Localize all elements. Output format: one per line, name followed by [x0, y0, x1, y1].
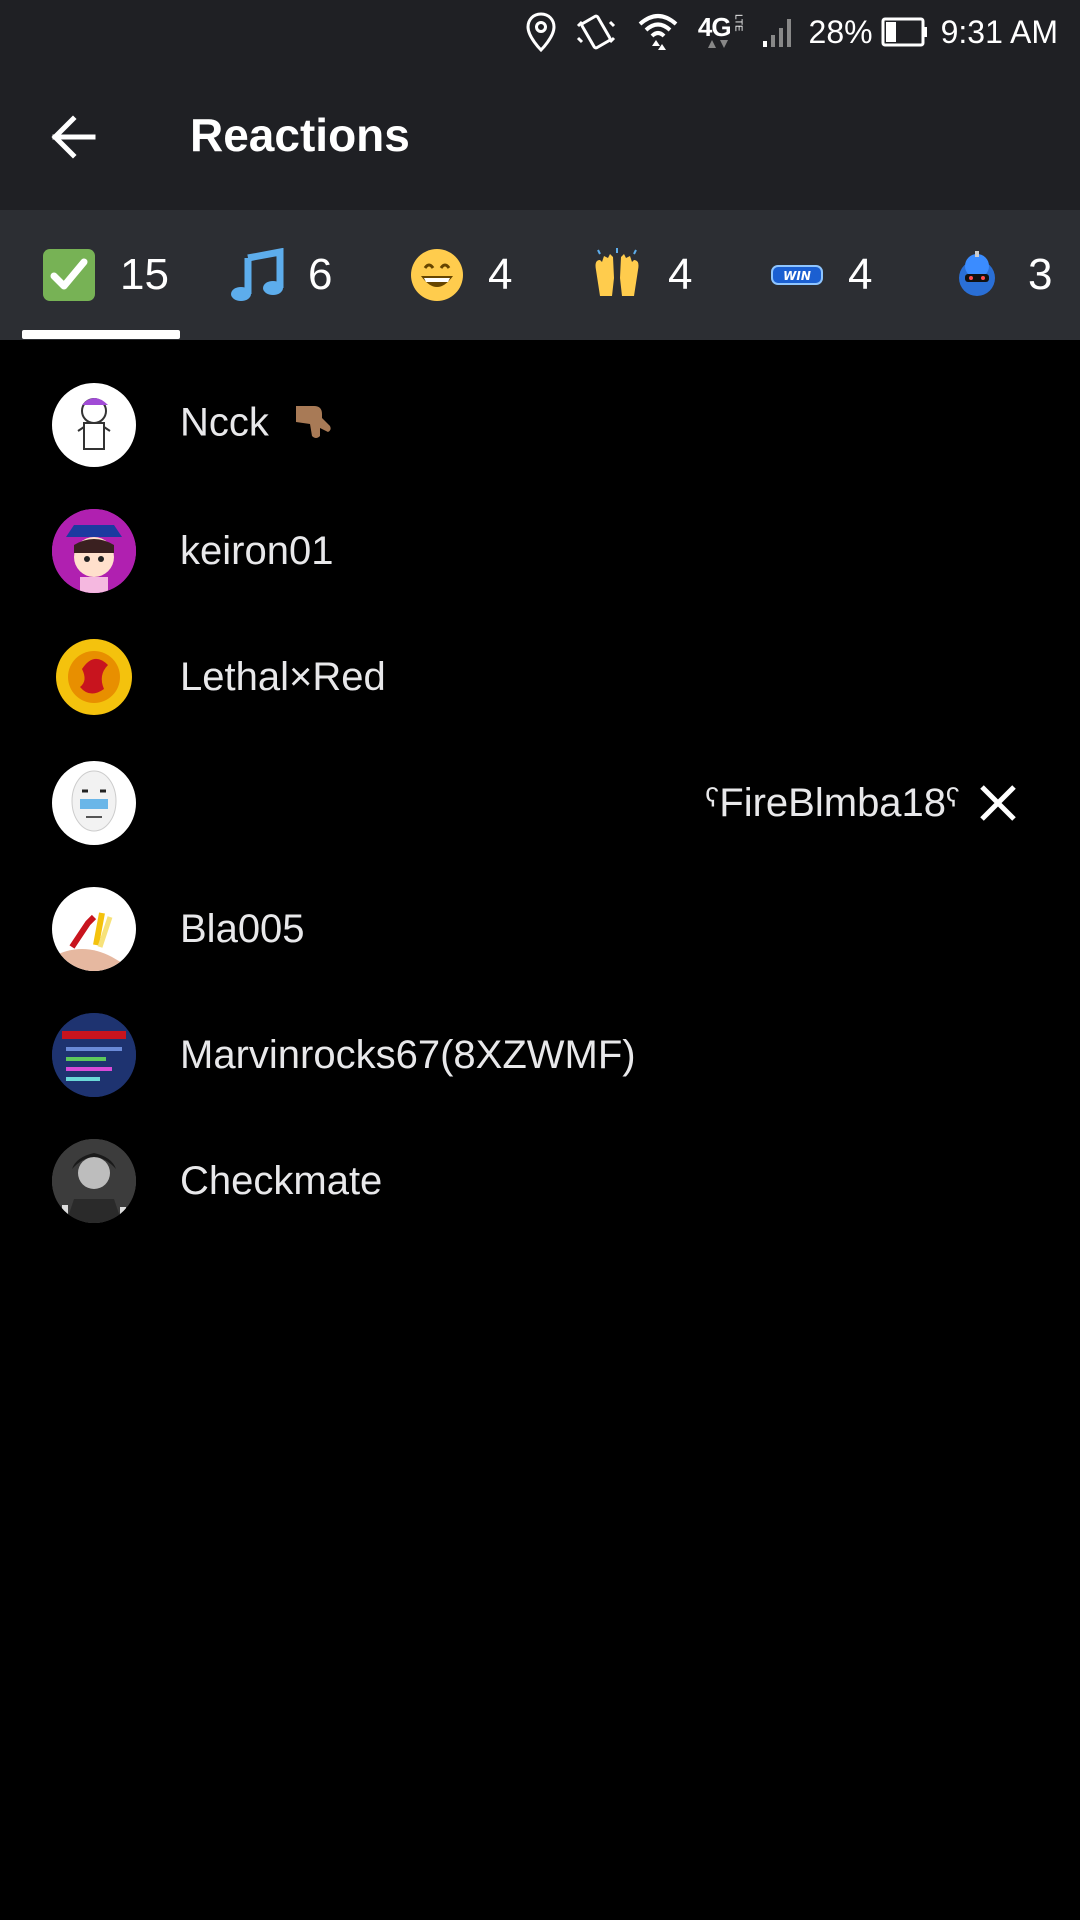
- raising-hands-icon: [590, 248, 644, 302]
- tab-raising-hands[interactable]: 4: [590, 210, 692, 340]
- wifi-icon: [636, 10, 680, 54]
- list-item[interactable]: Checkmate: [0, 1118, 1080, 1244]
- status-bar: 4G LTE 28% 9:31 AM: [0, 0, 1080, 64]
- grinning-face-icon: [410, 248, 464, 302]
- username: Bla005: [180, 906, 305, 951]
- username: ˁFireBlmba18ˁ: [705, 780, 960, 825]
- network-type-label: 4G LTE: [698, 14, 744, 50]
- list-item[interactable]: Bla005: [0, 866, 1080, 992]
- svg-text:WIN: WIN: [783, 269, 811, 283]
- win-badge-icon: WIN: [770, 248, 824, 302]
- clock: 9:31 AM: [940, 13, 1058, 50]
- robot-avatar-icon: [950, 248, 1004, 302]
- battery-percent: 28%: [808, 13, 873, 50]
- page-title: Reactions: [190, 109, 410, 161]
- reaction-tabs: 15 6 4 4 WIN 4 3: [0, 210, 1080, 340]
- username: keiron01: [180, 528, 334, 573]
- tab-count: 4: [848, 250, 873, 299]
- tab-count: 4: [668, 250, 693, 299]
- tab-count: 3: [1028, 250, 1053, 299]
- selected-tab-indicator: [22, 330, 180, 339]
- back-button[interactable]: [46, 110, 100, 164]
- username: Checkmate: [180, 1158, 383, 1203]
- battery-icon: [881, 16, 929, 48]
- tab-grinning-face[interactable]: 4: [410, 210, 512, 340]
- list-item[interactable]: Ncck: [0, 362, 1080, 488]
- list-item[interactable]: Marvinrocks67(8XZWMF): [0, 992, 1080, 1118]
- avatar: [52, 887, 136, 971]
- username: Ncck: [180, 398, 334, 452]
- signal-icon: [761, 15, 797, 49]
- tab-musical-note[interactable]: 6: [230, 210, 332, 340]
- avatar: [52, 761, 136, 845]
- list-item[interactable]: keiron01: [0, 488, 1080, 614]
- tab-win-badge[interactable]: WIN 4: [770, 210, 872, 340]
- tab-check-mark[interactable]: 15: [42, 210, 169, 340]
- musical-note-icon: [230, 248, 284, 302]
- avatar: [52, 383, 136, 467]
- thumbs-down-emoji-icon: [290, 398, 334, 452]
- avatar: [52, 1139, 136, 1223]
- tab-count: 15: [120, 250, 169, 299]
- location-icon: [526, 12, 556, 52]
- avatar: [52, 1013, 136, 1097]
- check-mark-button-icon: [42, 248, 96, 302]
- avatar: [52, 635, 136, 719]
- username: Marvinrocks67(8XZWMF): [180, 1032, 636, 1077]
- list-item[interactable]: Lethal×Red: [0, 614, 1080, 740]
- arrow-left-icon: [51, 115, 96, 159]
- tab-robot-avatar[interactable]: 3: [950, 210, 1052, 340]
- tab-count: 4: [488, 250, 513, 299]
- close-icon: [980, 785, 1016, 821]
- remove-reaction-group: ˁFireBlmba18ˁ: [705, 781, 1020, 826]
- tab-count: 6: [308, 250, 333, 299]
- list-item[interactable]: ˁFireBlmba18ˁ: [0, 740, 1080, 866]
- username: Lethal×Red: [180, 654, 386, 699]
- remove-reaction-button[interactable]: [976, 781, 1020, 825]
- avatar: [52, 509, 136, 593]
- app-header: Reactions: [0, 64, 1080, 210]
- vibrate-icon: [574, 12, 618, 52]
